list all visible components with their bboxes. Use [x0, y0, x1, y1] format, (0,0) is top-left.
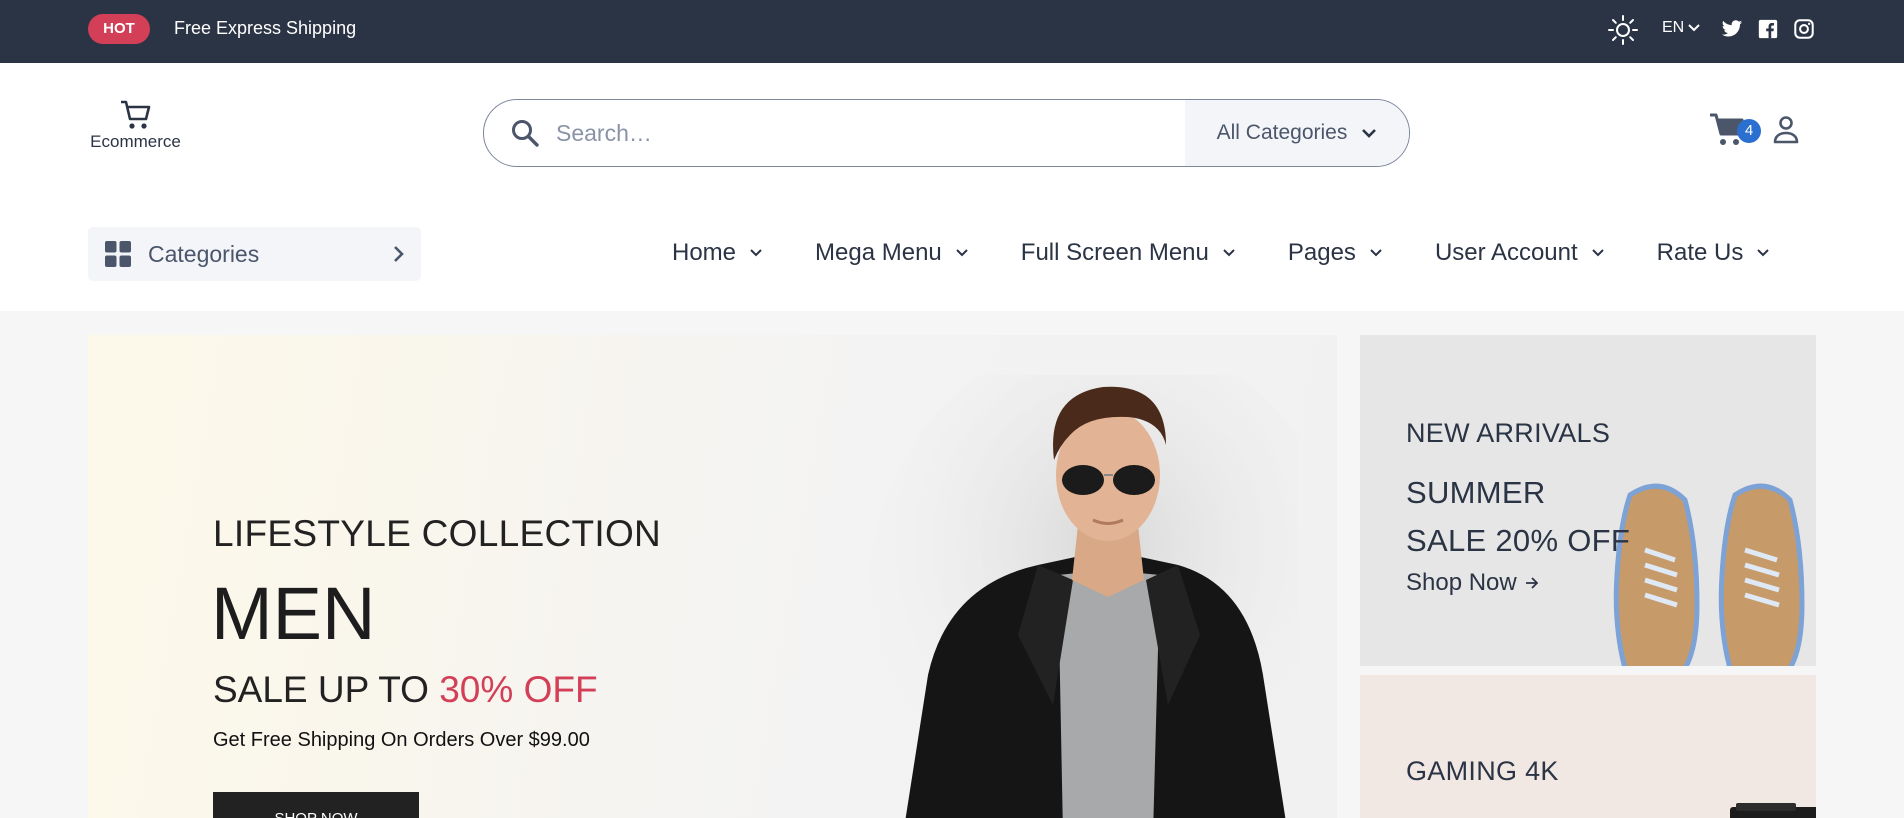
nav-item-label: Full Screen Menu: [1020, 239, 1209, 266]
hero-subtitle: LIFESTYLE COLLECTION: [213, 513, 662, 554]
nav-item-label: Home: [672, 239, 737, 266]
header: Ecommerce All Categories 4 Cate: [0, 63, 1904, 311]
logo[interactable]: Ecommerce: [88, 99, 183, 152]
hero-sale-text: SALE UP TO 30% OFF: [213, 669, 598, 711]
hero-sale-highlight: 30% OFF: [439, 669, 598, 710]
instagram-icon[interactable]: [1793, 18, 1815, 40]
console-image: [1730, 803, 1816, 818]
shop-now-link-label: Shop Now: [1406, 569, 1517, 596]
promo-line-2: SALE 20% OFF: [1406, 523, 1631, 558]
sun-icon[interactable]: [1607, 14, 1639, 46]
chevron-down-icon: [1362, 128, 1377, 138]
chevron-down-icon: [1757, 249, 1770, 257]
shipping-text: Free Express Shipping: [174, 18, 357, 38]
chevron-right-icon: [394, 246, 404, 262]
chevron-down-icon: [1223, 249, 1235, 257]
chevron-down-icon: [1688, 24, 1700, 32]
search-bar: All Categories: [483, 99, 1410, 167]
promo-tag: NEW ARRIVALS: [1406, 418, 1611, 448]
chevron-down-icon: [750, 249, 762, 257]
search-icon: [512, 120, 539, 147]
user-icon[interactable]: [1772, 115, 1800, 145]
grid-icon: [105, 241, 131, 267]
promo-line-1: SUMMER: [1406, 475, 1546, 510]
promo-card-new-arrivals[interactable]: NEW ARRIVALS SUMMER SALE 20% OFF Shop No…: [1360, 335, 1816, 666]
category-select-label: All Categories: [1216, 121, 1348, 144]
search-field[interactable]: [484, 100, 1185, 166]
nav-item-home[interactable]: Home: [672, 239, 762, 267]
hero-title: MEN: [211, 572, 376, 655]
nav-item-rate-us[interactable]: Rate Us: [1657, 239, 1770, 267]
nav-item-label: Pages: [1287, 239, 1356, 266]
nav-item-pages[interactable]: Pages: [1288, 239, 1382, 267]
nav-item-label: Rate Us: [1656, 239, 1744, 266]
category-select[interactable]: All Categories: [1185, 100, 1409, 166]
nav-item-label: Mega Menu: [815, 239, 942, 266]
hero-banner: LIFESTYLE COLLECTION MEN SALE UP TO 30% …: [88, 335, 1337, 818]
promo-tag: GAMING 4K: [1406, 756, 1559, 786]
chevron-down-icon: [1370, 249, 1382, 257]
shop-now-link[interactable]: Shop Now: [1406, 569, 1539, 597]
cart-count-badge: 4: [1737, 119, 1761, 143]
nav-item-user-account[interactable]: User Account: [1435, 239, 1604, 267]
cart-logo-icon: [120, 100, 150, 129]
chevron-down-icon: [1591, 249, 1604, 257]
promo-card-gaming[interactable]: GAMING 4K: [1360, 675, 1816, 818]
top-bar: HOT Free Express Shipping EN: [0, 0, 1904, 63]
main-nav: Home Mega Menu Full Screen Menu Pages Us…: [672, 239, 1770, 267]
chevron-down-icon: [956, 249, 968, 257]
categories-label: Categories: [148, 240, 260, 267]
language-selector[interactable]: EN: [1662, 19, 1700, 37]
twitter-icon[interactable]: [1721, 18, 1743, 40]
nav-item-mega-menu[interactable]: Mega Menu: [815, 239, 968, 267]
facebook-icon[interactable]: [1757, 18, 1779, 40]
logo-text: Ecommerce: [90, 132, 181, 151]
language-label: EN: [1662, 19, 1685, 36]
hot-badge: HOT: [88, 14, 150, 44]
model-image: [868, 375, 1298, 818]
search-input[interactable]: [556, 119, 1156, 147]
categories-button[interactable]: Categories: [88, 227, 421, 281]
nav-item-label: User Account: [1434, 239, 1578, 266]
sneakers-image: [1613, 483, 1805, 666]
hero-sale-prefix: SALE UP TO: [213, 669, 429, 710]
arrow-right-icon: [1525, 577, 1539, 589]
shop-now-button[interactable]: SHOP NOW: [213, 792, 419, 818]
nav-item-full-screen-menu[interactable]: Full Screen Menu: [1021, 239, 1235, 267]
hero-description: Get Free Shipping On Orders Over $99.00: [213, 729, 590, 751]
